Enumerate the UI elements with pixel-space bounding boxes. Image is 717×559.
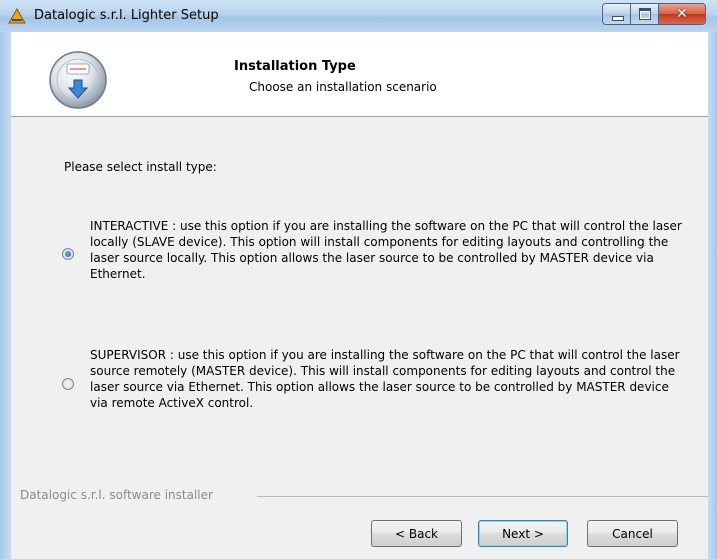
close-icon: ✕ — [676, 6, 688, 22]
close-button[interactable]: ✕ — [659, 4, 705, 24]
installer-branding: Datalogic s.r.l. software installer — [20, 488, 213, 502]
interactive-description[interactable]: INTERACTIVE : use this option if you are… — [90, 218, 690, 282]
next-button[interactable]: Next > — [478, 520, 568, 547]
supervisor-description[interactable]: SUPERVISOR : use this option if you are … — [90, 347, 690, 411]
maximize-icon — [639, 8, 651, 20]
footer-divider — [257, 496, 708, 497]
header-title: Installation Type — [234, 59, 356, 74]
interactive-radio[interactable] — [62, 248, 74, 260]
install-type-prompt: Please select install type: — [64, 160, 217, 174]
back-button[interactable]: < Back — [371, 520, 462, 547]
setup-window: Datalogic s.r.l. Lighter Setup ✕ Install… — [0, 0, 717, 559]
cancel-button[interactable]: Cancel — [587, 520, 678, 547]
window-frame-right — [708, 32, 717, 559]
window-title: Datalogic s.r.l. Lighter Setup — [34, 8, 219, 23]
window-frame-left — [0, 32, 11, 559]
wizard-header: Installation Type Choose an installation… — [11, 32, 708, 117]
header-subtitle: Choose an installation scenario — [249, 80, 437, 94]
title-bar[interactable]: Datalogic s.r.l. Lighter Setup ✕ — [0, 0, 717, 32]
caption-buttons: ✕ — [602, 3, 706, 25]
maximize-button[interactable] — [631, 4, 659, 24]
app-icon — [8, 8, 26, 24]
supervisor-radio[interactable] — [62, 378, 74, 390]
minimize-button[interactable] — [603, 4, 631, 24]
installer-disc-icon — [49, 51, 107, 109]
minimize-icon — [612, 16, 624, 21]
